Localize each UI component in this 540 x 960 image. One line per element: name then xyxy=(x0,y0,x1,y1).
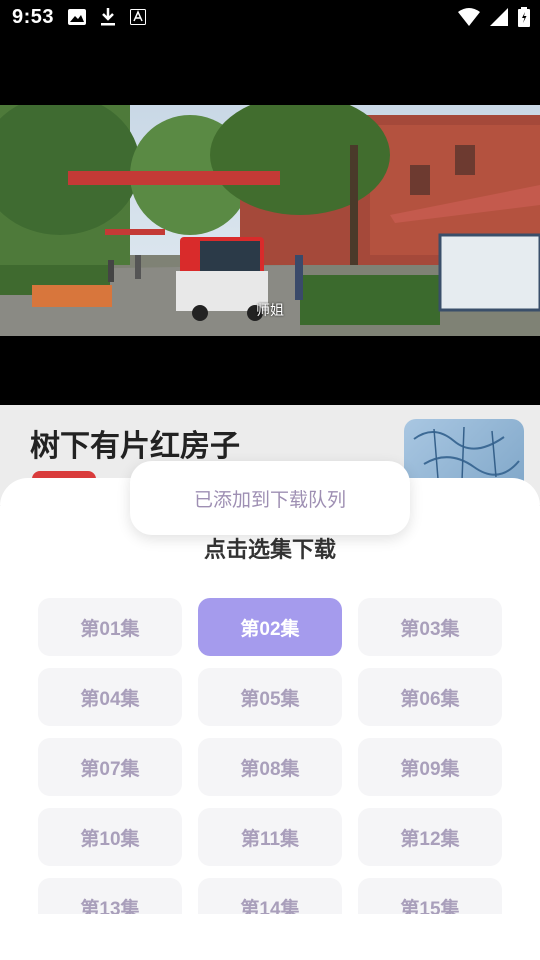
toast-message: 已添加到下载队列 xyxy=(130,461,410,535)
episode-button[interactable]: 第05集 xyxy=(198,668,342,726)
episode-button[interactable]: 第14集 xyxy=(198,878,342,914)
episode-button[interactable]: 第12集 xyxy=(358,808,502,866)
status-time: 9:53 xyxy=(12,6,55,28)
episode-button[interactable]: 第03集 xyxy=(358,598,502,656)
episode-button[interactable]: 第09集 xyxy=(358,738,502,796)
episode-button-selected[interactable]: 第02集 xyxy=(198,598,342,656)
signal-icon xyxy=(490,8,508,31)
episode-button[interactable]: 第13集 xyxy=(38,878,182,914)
status-bar: 9:53 xyxy=(0,0,540,36)
episode-button[interactable]: 第06集 xyxy=(358,668,502,726)
video-subtitle: 师姐 xyxy=(256,302,284,318)
battery-icon xyxy=(518,7,530,32)
image-icon xyxy=(68,9,86,30)
episode-button[interactable]: 第04集 xyxy=(38,668,182,726)
episode-grid: 第01集 第02集 第03集 第04集 第05集 第06集 第07集 第08集 … xyxy=(38,598,502,914)
download-sheet: 点击选集下载 第01集 第02集 第03集 第04集 第05集 第06集 第07… xyxy=(0,478,540,960)
episode-button[interactable]: 第11集 xyxy=(198,808,342,866)
download-icon xyxy=(100,8,116,31)
episode-button[interactable]: 第15集 xyxy=(358,878,502,914)
font-icon xyxy=(130,9,146,30)
episode-button[interactable]: 第01集 xyxy=(38,598,182,656)
wifi-icon xyxy=(458,8,480,31)
sheet-title: 点击选集下载 xyxy=(203,537,336,562)
episode-button[interactable]: 第07集 xyxy=(38,738,182,796)
show-title: 树下有片红房子 xyxy=(30,430,240,463)
episode-button[interactable]: 第10集 xyxy=(38,808,182,866)
episode-button[interactable]: 第08集 xyxy=(198,738,342,796)
video-player[interactable]: 师姐 xyxy=(0,36,540,405)
